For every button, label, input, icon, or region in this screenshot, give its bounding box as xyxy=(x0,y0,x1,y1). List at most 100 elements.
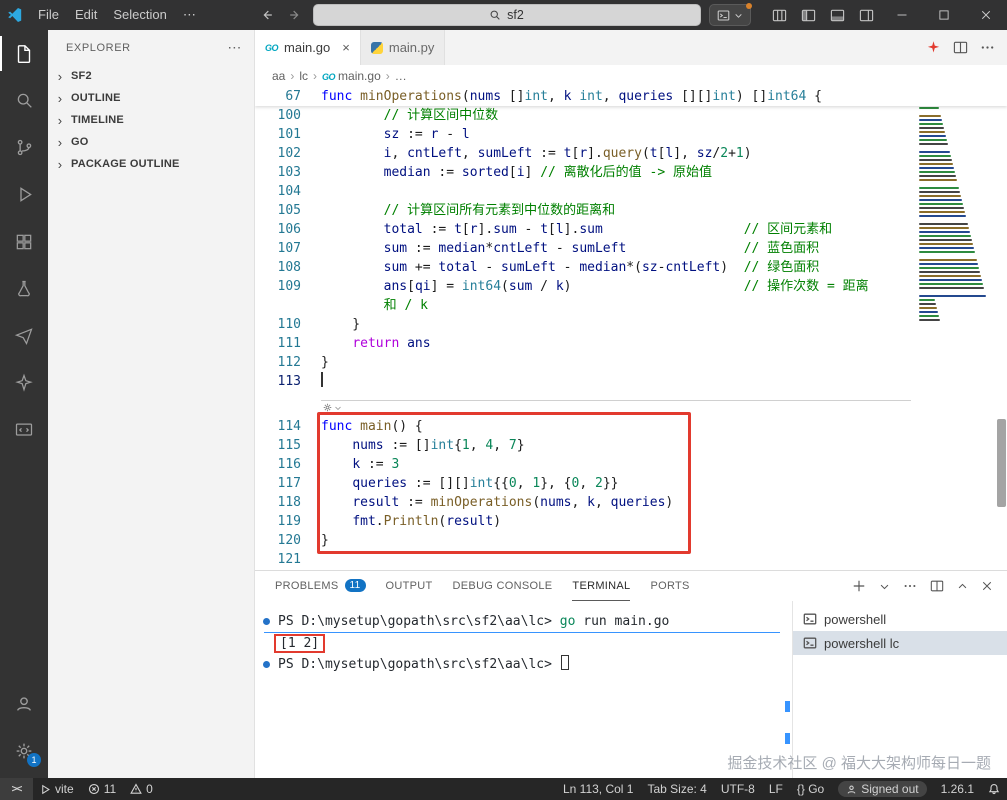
panel-tab-ports[interactable]: PORTS xyxy=(650,571,689,601)
close-button[interactable] xyxy=(965,0,1007,30)
sidebar-section-package-outline[interactable]: › PACKAGE OUTLINE xyxy=(48,153,254,175)
status-item-icon[interactable] xyxy=(981,778,1007,800)
back-arrow-icon[interactable] xyxy=(257,5,277,25)
sparkle-extension-icon[interactable] xyxy=(926,40,941,55)
editor-more-actions-icon[interactable] xyxy=(980,40,995,55)
status-item-ln-113-col-1[interactable]: Ln 113, Col 1 xyxy=(556,778,641,800)
activity-item-paper-plane[interactable] xyxy=(0,312,48,359)
terminal-list-item[interactable]: powershell lc xyxy=(793,631,1007,655)
menu-item-edit[interactable]: Edit xyxy=(67,3,105,27)
activity-item-run-debug[interactable] xyxy=(0,171,48,218)
terminal-dropdown-icon[interactable] xyxy=(879,581,890,592)
activity-item-sparkle[interactable] xyxy=(0,359,48,406)
code-line[interactable]: 102 i, cntLeft, sumLeft := t[r].query(t[… xyxy=(255,144,1007,163)
breadcrumb-item[interactable]: … xyxy=(395,69,407,83)
profile-dropdown[interactable] xyxy=(708,3,752,26)
code-line[interactable]: 109 ans[qi] = int64(sum / k) // 操作次数 = 距… xyxy=(255,277,1007,296)
sidebar-section-outline[interactable]: › OUTLINE xyxy=(48,87,254,109)
remote-indicator[interactable]: >< xyxy=(0,778,33,800)
breadcrumb-item[interactable]: aa xyxy=(272,69,285,83)
activity-item-remote-window[interactable] xyxy=(0,406,48,453)
code-line[interactable]: 121 xyxy=(255,550,1007,569)
command-decoration-dot[interactable] xyxy=(263,618,270,625)
code-line[interactable]: 110 } xyxy=(255,315,1007,334)
tab-main-go[interactable]: GO main.go × xyxy=(255,30,361,65)
menu-item-x[interactable]: ⋯ xyxy=(175,3,204,27)
terminal-list-item[interactable]: powershell xyxy=(793,607,1007,631)
code-line[interactable]: 116 k := 3 xyxy=(255,455,1007,474)
activity-item-settings[interactable]: 1 xyxy=(0,727,48,774)
tab-main-py[interactable]: main.py xyxy=(360,30,446,65)
close-panel-icon[interactable] xyxy=(981,580,993,592)
status-item-0[interactable]: 0 xyxy=(123,778,160,800)
activity-item-test-flask[interactable] xyxy=(0,265,48,312)
code-editor[interactable]: 67 func minOperations(nums []int, k int, … xyxy=(255,87,1007,570)
code-line[interactable]: 104 xyxy=(255,182,1007,201)
panel-tab-output[interactable]: OUTPUT xyxy=(386,571,433,601)
status-item--go[interactable]: {} Go xyxy=(790,778,831,800)
code-line[interactable]: 105 // 计算区间所有元素到中位数的距离和 xyxy=(255,201,1007,220)
sidebar-section-go[interactable]: › GO xyxy=(48,131,254,153)
code-line[interactable]: 114 func main() { xyxy=(255,417,1007,436)
toggle-secondary-sidebar-icon[interactable] xyxy=(852,0,881,30)
maximize-panel-icon[interactable] xyxy=(957,581,968,592)
code-line[interactable]: 107 sum := median*cntLeft - sumLeft // 蓝… xyxy=(255,239,1007,258)
status-item-tab-size-4[interactable]: Tab Size: 4 xyxy=(640,778,713,800)
activity-item-source-control[interactable] xyxy=(0,124,48,171)
toggle-panel-icon[interactable] xyxy=(823,0,852,30)
tab-close-icon[interactable]: × xyxy=(342,40,350,55)
code-line[interactable]: 117 queries := [][]int{{0, 1}, {0, 2}} xyxy=(255,474,1007,493)
code-line[interactable]: 118 result := minOperations(nums, k, que… xyxy=(255,493,1007,512)
sidebar-more-icon[interactable]: ⋯ xyxy=(227,39,242,56)
activity-item-extensions[interactable] xyxy=(0,218,48,265)
code-line[interactable]: 115 nums := []int{1, 4, 7} xyxy=(255,436,1007,455)
sidebar-section-sf2[interactable]: › SF2 xyxy=(48,65,254,87)
panel-tab-terminal[interactable]: TERMINAL xyxy=(572,571,631,601)
customize-layout-icon[interactable] xyxy=(765,0,794,30)
terminal-line[interactable]: PS D:\mysetup\gopath\src\sf2\aa\lc> go r… xyxy=(263,611,780,633)
status-item-utf-8[interactable]: UTF-8 xyxy=(714,778,762,800)
code-line[interactable]: 106 total := t[r].sum - t[l].sum // 区间元素… xyxy=(255,220,1007,239)
maximize-button[interactable] xyxy=(923,0,965,30)
code-line[interactable]: 和 / k xyxy=(255,296,1007,315)
status-item-lf[interactable]: LF xyxy=(762,778,790,800)
terminal-output[interactable]: PS D:\mysetup\gopath\src\sf2\aa\lc> go r… xyxy=(255,601,792,778)
code-line[interactable]: 120} xyxy=(255,531,1007,550)
split-panel-icon[interactable] xyxy=(930,579,944,593)
activity-item-explorer[interactable] xyxy=(0,30,48,77)
code-line[interactable]: 119 fmt.Println(result) xyxy=(255,512,1007,531)
status-item-vite[interactable]: vite xyxy=(33,778,81,800)
panel-tab-debug-console[interactable]: DEBUG CONSOLE xyxy=(453,571,553,601)
code-line[interactable]: 100 // 计算区间中位数 xyxy=(255,106,1007,125)
toggle-sidebar-icon[interactable] xyxy=(794,0,823,30)
editor-scrollbar[interactable] xyxy=(997,419,1006,507)
activity-item-search[interactable] xyxy=(0,77,48,124)
sidebar-section-timeline[interactable]: › TIMELINE xyxy=(48,109,254,131)
menu-item-selection[interactable]: Selection xyxy=(105,3,174,27)
status-item-signed-out[interactable]: Signed out xyxy=(831,778,933,800)
breadcrumb-item[interactable]: GO main.go xyxy=(322,69,381,83)
panel-tab-problems[interactable]: PROBLEMS 11 xyxy=(275,571,366,601)
menu-item-file[interactable]: File xyxy=(30,3,67,27)
breadcrumb-item[interactable]: lc xyxy=(299,69,308,83)
activity-item-account[interactable] xyxy=(0,680,48,727)
terminal-line[interactable]: [1 2] xyxy=(264,633,792,654)
sticky-scroll-line[interactable]: 67 func minOperations(nums []int, k int, … xyxy=(255,87,1007,106)
code-line[interactable]: 108 sum += total - sumLeft - median*(sz-… xyxy=(255,258,1007,277)
split-editor-icon[interactable] xyxy=(953,40,968,55)
code-line[interactable]: 103 median := sorted[i] // 离散化后的值 -> 原始值 xyxy=(255,163,1007,182)
code-line[interactable]: 101 sz := r - l xyxy=(255,125,1007,144)
forward-arrow-icon[interactable] xyxy=(285,5,305,25)
panel-more-icon[interactable] xyxy=(903,579,917,593)
minimize-button[interactable] xyxy=(881,0,923,30)
code-line[interactable]: 112} xyxy=(255,353,1007,372)
status-item-11[interactable]: 11 xyxy=(81,778,123,800)
status-item-1-26-1[interactable]: 1.26.1 xyxy=(934,778,981,800)
minimap[interactable] xyxy=(915,89,993,323)
code-line[interactable]: 113 xyxy=(255,372,1007,391)
gear-icon[interactable] xyxy=(322,402,342,413)
command-center-search[interactable]: sf2 xyxy=(312,4,701,26)
command-decoration-dot[interactable] xyxy=(263,661,270,668)
new-terminal-icon[interactable] xyxy=(852,579,866,593)
terminal-line[interactable]: PS D:\mysetup\gopath\src\sf2\aa\lc> xyxy=(263,654,792,675)
